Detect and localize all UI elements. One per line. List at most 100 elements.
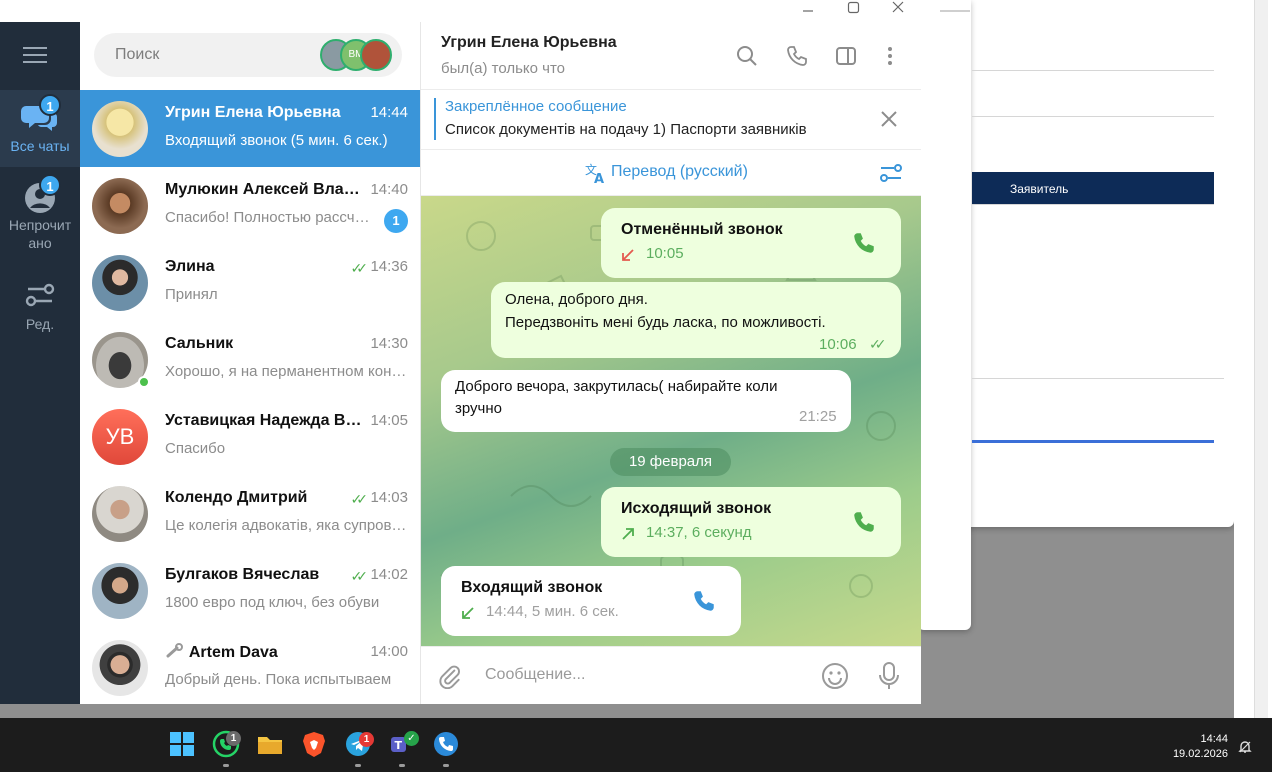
chat-row[interactable]: Элина ✓✓ 14:36 Принял: [80, 244, 420, 321]
divider: [972, 70, 1214, 71]
chat-name-text: Artem Dava: [188, 644, 278, 661]
background-scrollbar[interactable]: [1254, 0, 1268, 718]
call-title: Отменённый звонок: [621, 221, 783, 238]
chat-row[interactable]: УВ Уставицкая Надежда Викторовна 14:05 С…: [80, 398, 420, 475]
message-text: зручно: [455, 400, 502, 417]
avatar: [360, 39, 392, 71]
running-indicator: [355, 764, 361, 767]
call-meta: 14:44, 5 мин. 6 сек.: [486, 603, 619, 620]
chat-header[interactable]: Угрин Елена Юрьевна был(а) только что: [421, 22, 921, 90]
chat-name: Мулюкин Алексей Владимирович: [165, 181, 360, 198]
hamburger-icon: [23, 47, 47, 49]
chat-preview: Хорошо, я на перманентном контакте: [165, 363, 407, 380]
chat-list: Поиск ВМ Угрин Елена Юрьевна 14:44 Входя…: [80, 22, 420, 704]
avatar: [92, 101, 148, 157]
read-checkmarks-icon: ✓✓: [350, 568, 369, 584]
translate-settings-icon[interactable]: [879, 162, 903, 184]
folder-label: Все чаты: [10, 138, 70, 154]
close-icon: [892, 1, 904, 13]
chat-name: Сальник: [165, 335, 234, 352]
avatar: УВ: [92, 409, 148, 465]
folder-edit[interactable]: Ред.: [0, 274, 80, 340]
taskbar: 1 1 T ✓ 14:44 19.02.2026: [0, 718, 1272, 772]
pinned-text: Список документів на подачу 1) Паспорти …: [445, 121, 807, 138]
phone-app-icon[interactable]: [432, 730, 460, 758]
read-checkmarks-icon: ✓✓: [350, 260, 369, 276]
chats-icon: 1: [21, 94, 61, 134]
maximize-button[interactable]: [831, 0, 875, 22]
message-call[interactable]: Исходящий звонок 14:37, 6 секунд: [601, 487, 901, 557]
background-window-edge: [918, 0, 971, 630]
main-menu-button[interactable]: [0, 22, 80, 86]
chat-row[interactable]: Колендо Дмитрий ✓✓ 14:03 Це колегія адво…: [80, 475, 420, 552]
avatar: [92, 255, 148, 311]
folder-rail: 1 Все чаты 1 Непрочит ано Ред.: [0, 22, 80, 704]
svg-text:A: A: [594, 172, 604, 184]
chat-preview: Принял: [165, 286, 218, 303]
sidebar-toggle-icon[interactable]: [834, 44, 858, 68]
call-back-phone-icon[interactable]: [691, 588, 717, 614]
whatsapp-badge: 1: [226, 731, 241, 746]
emoji-icon[interactable]: [821, 662, 849, 690]
chat-row[interactable]: Мулюкин Алексей Владимирович 14:40 Спаси…: [80, 167, 420, 244]
message-time: 21:25: [799, 408, 837, 425]
brave-browser-icon[interactable]: [300, 730, 328, 758]
chat-time: 14:30: [370, 335, 408, 352]
unread-badge: 1: [39, 174, 61, 196]
clock-time: 14:44: [1200, 733, 1228, 745]
message-call[interactable]: Входящий звонок 14:44, 5 мин. 6 сек.: [441, 566, 741, 636]
stories-avatars[interactable]: ВМ: [320, 37, 396, 73]
attach-icon[interactable]: [437, 663, 463, 689]
chat-row[interactable]: Угрин Елена Юрьевна 14:44 Входящий звоно…: [80, 90, 420, 167]
search-input[interactable]: Поиск ВМ: [94, 33, 402, 77]
message-bubble[interactable]: Олена, доброго дня. Передзвоніть мені бу…: [491, 282, 901, 358]
avatar: [92, 563, 148, 619]
windows-start-icon[interactable]: [168, 730, 196, 758]
chat-name: Булгаков Вячеслав: [165, 566, 320, 583]
translate-bar[interactable]: 文A Перевод (русский): [421, 150, 921, 196]
phone-icon[interactable]: [785, 44, 809, 68]
folder-all-chats[interactable]: 1 Все чаты: [0, 90, 80, 167]
read-checkmarks-icon: ✓✓: [350, 491, 369, 507]
search-icon[interactable]: [735, 44, 759, 68]
minimize-button[interactable]: [786, 0, 830, 22]
online-indicator: [138, 376, 150, 388]
call-back-phone-icon[interactable]: [851, 230, 877, 256]
chat-preview: Спасибо! Полностью рассчитываю: [165, 209, 377, 226]
chat-row[interactable]: Artem Dava 14:00 Добрый день. Пока испыт…: [80, 629, 420, 706]
microphone-icon[interactable]: [877, 661, 901, 691]
message-area[interactable]: Отменённый звонок 10:05 Олена, доброго д…: [421, 196, 921, 646]
file-explorer-icon[interactable]: [256, 730, 284, 758]
message-call[interactable]: Отменённый звонок 10:05: [601, 208, 901, 278]
translate-icon: 文A: [585, 162, 604, 184]
avatar: [92, 178, 148, 234]
telegram-badge: 1: [359, 732, 374, 747]
notification-bell-icon[interactable]: [1238, 740, 1252, 754]
more-options-icon[interactable]: [878, 44, 902, 68]
running-indicator: [443, 764, 449, 767]
pinned-message[interactable]: Закреплённое сообщение Список документів…: [421, 90, 921, 150]
chat-row[interactable]: Сальник 14:30 Хорошо, я на перманентном …: [80, 321, 420, 398]
message-input[interactable]: Сообщение...: [485, 666, 585, 684]
close-button[interactable]: [876, 0, 920, 22]
chat-row[interactable]: Булгаков Вячеслав ✓✓ 14:02 1800 евро под…: [80, 552, 420, 629]
message-bubble[interactable]: Доброго вечора, закрутилась( набирайте к…: [441, 370, 851, 432]
folder-label: Ред.: [25, 316, 55, 332]
divider: [972, 116, 1214, 117]
background-banner: Заявитель: [972, 172, 1214, 204]
folder-unread[interactable]: 1 Непрочит ано: [0, 172, 80, 262]
divider: [972, 378, 1224, 379]
chat-time: 14:36: [370, 258, 408, 275]
chat-preview: Спасибо: [165, 440, 226, 457]
edit-filters-icon: [21, 278, 59, 312]
chat-time: 14:05: [370, 412, 408, 429]
chat-preview: 1800 евро под ключ, без обуви: [165, 594, 380, 611]
incoming-call-arrow-icon: [462, 607, 474, 619]
call-meta: 10:05: [646, 245, 684, 262]
chat-preview: Входящий звонок (5 мин. 6 сек.): [165, 132, 388, 149]
system-clock[interactable]: 14:44 19.02.2026: [1173, 732, 1228, 762]
outgoing-call-arrow-icon: [622, 528, 634, 540]
call-back-phone-icon[interactable]: [851, 509, 877, 535]
unread-icon: 1: [21, 174, 61, 214]
close-pinned-icon[interactable]: [879, 109, 899, 129]
